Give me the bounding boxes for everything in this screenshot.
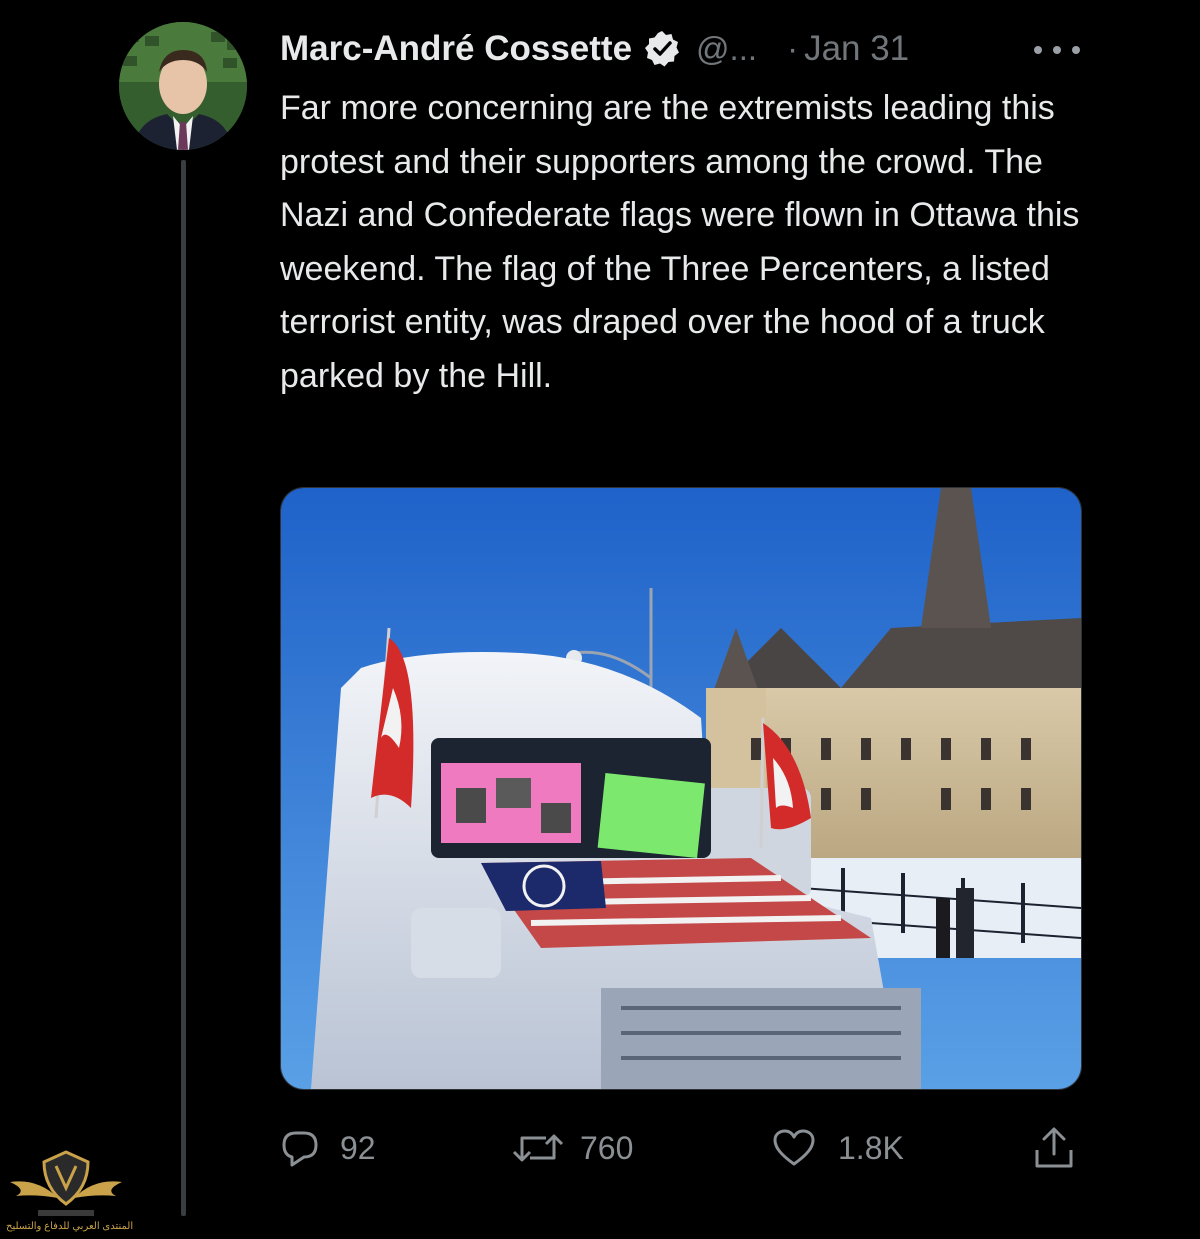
tweet-header: Marc-André Cossette @... · Jan 31 [280,24,909,74]
tweet-actions: 92 760 1.8K [280,1120,1100,1176]
tweet-media-image[interactable] [280,487,1082,1090]
separator-dot: · [787,30,799,67]
thread-line [181,160,186,1216]
like-button[interactable]: 1.8K [772,1120,904,1176]
tweet-text: Far more concerning are the extremists l… [280,89,1080,395]
reply-icon [282,1131,318,1167]
reply-count: 92 [340,1129,376,1166]
retweet-count: 760 [580,1129,634,1166]
tweet-date[interactable]: Jan 31 [804,29,909,69]
forum-watermark-text: المنتدى العربي للدفاع والتسليح [6,1221,134,1232]
author-name[interactable]: Marc-André Cossette [280,29,632,69]
retweet-icon [512,1134,564,1162]
avatar-image [119,22,247,150]
retweet-button[interactable]: 760 [512,1120,633,1176]
verified-badge-icon [642,29,682,69]
reply-button[interactable]: 92 [280,1120,376,1176]
like-count: 1.8K [838,1129,904,1166]
avatar[interactable] [119,22,247,150]
heart-icon [773,1129,815,1166]
author-handle[interactable]: @... [696,30,757,68]
more-options-icon[interactable] [1034,38,1080,62]
share-button[interactable] [1032,1120,1076,1176]
share-icon [1035,1127,1073,1168]
